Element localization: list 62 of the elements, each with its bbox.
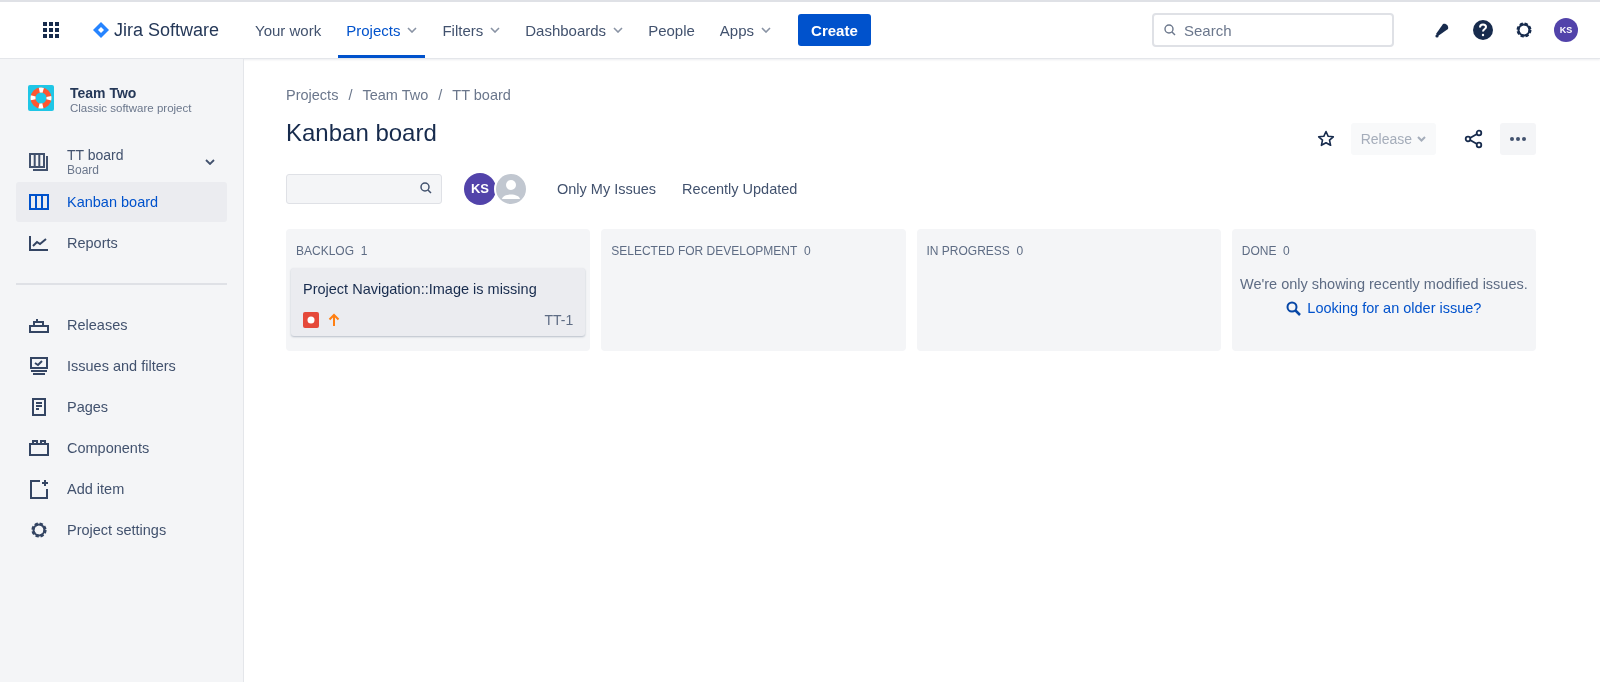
more-icon (1510, 137, 1526, 141)
breadcrumb-link[interactable]: Team Two (362, 87, 429, 103)
add-item-icon (28, 479, 50, 499)
create-button[interactable]: Create (798, 14, 871, 46)
column-header: SELECTED FOR DEVELOPMENT 0 (610, 243, 812, 260)
sidebar-item[interactable]: Releases (16, 305, 227, 345)
priority-arrow-icon (328, 313, 340, 327)
help-icon[interactable] (1472, 19, 1494, 41)
search-icon (1164, 24, 1176, 36)
sidebar-item[interactable]: Kanban board (16, 182, 227, 222)
nav-tab[interactable]: Filters (434, 2, 509, 58)
share-icon[interactable] (1464, 129, 1484, 149)
more-button[interactable] (1500, 123, 1536, 155)
nav-tab[interactable]: Your work (247, 2, 330, 58)
issue-key: TT-1 (544, 312, 574, 328)
monitor-check-icon (28, 357, 50, 375)
breadcrumb-link[interactable]: TT board (452, 87, 511, 103)
sidebar-item[interactable]: Issues and filters (16, 346, 227, 386)
column-header: BACKLOG 1 (295, 243, 369, 260)
project-type: Classic software project (70, 102, 192, 114)
quick-filter-button[interactable]: Recently Updated (679, 175, 801, 203)
column-header: DONE 0 (1240, 243, 1291, 260)
issue-card[interactable]: Project Navigation::Image is missing TT-1 (291, 268, 586, 336)
board-selector[interactable]: TT board Board (16, 146, 227, 178)
search-icon (420, 182, 432, 194)
user-avatar[interactable]: KS (1554, 18, 1578, 42)
lifebuoy-icon (28, 85, 54, 111)
nav-tab[interactable]: Apps (711, 2, 780, 58)
ship-icon (28, 316, 50, 334)
user-avatar[interactable]: KS (464, 172, 496, 205)
board-search-field[interactable] (286, 174, 442, 204)
empty-message: We're only showing recently modified issues. (1238, 276, 1529, 292)
older-issue-link[interactable]: Looking for an older issue? (1236, 300, 1531, 316)
star-icon[interactable] (1316, 130, 1335, 148)
sidebar-item[interactable]: Reports (16, 223, 227, 263)
breadcrumb-separator: / (348, 87, 353, 103)
product-name[interactable]: Jira Software (114, 19, 220, 41)
app-grid-icon[interactable] (43, 22, 59, 38)
sidebar-item[interactable]: Components (16, 428, 227, 468)
breadcrumb-separator: / (438, 87, 443, 103)
bug-type-icon (303, 312, 319, 328)
issue-summary: Project Navigation::Image is missing (303, 281, 538, 297)
nav-tab[interactable]: Dashboards (517, 2, 632, 58)
search-icon (1286, 300, 1302, 316)
nav-tab[interactable]: People (640, 2, 703, 58)
sidebar-item[interactable]: Add item (16, 469, 227, 509)
diamond-logo-icon (93, 22, 109, 38)
search-field[interactable]: Search (1152, 13, 1394, 47)
chevron-icon (1417, 136, 1426, 142)
column-header: IN PROGRESS 0 (925, 243, 1025, 260)
nav-tab[interactable]: Projects (338, 2, 426, 58)
sidebar-item[interactable]: Project settings (16, 510, 227, 550)
sidebar-item[interactable]: Pages (16, 387, 227, 427)
breadcrumb-link[interactable]: Projects (286, 87, 339, 103)
line-chart-icon (28, 234, 50, 252)
project-name: Team Two (70, 85, 138, 101)
settings-icon[interactable] (1514, 20, 1534, 40)
page-title: Kanban board (286, 119, 437, 147)
components-icon (28, 439, 50, 457)
quick-filter-button[interactable]: Only My Issues (554, 175, 660, 203)
columns-icon (28, 193, 50, 211)
board-icon (28, 152, 50, 172)
